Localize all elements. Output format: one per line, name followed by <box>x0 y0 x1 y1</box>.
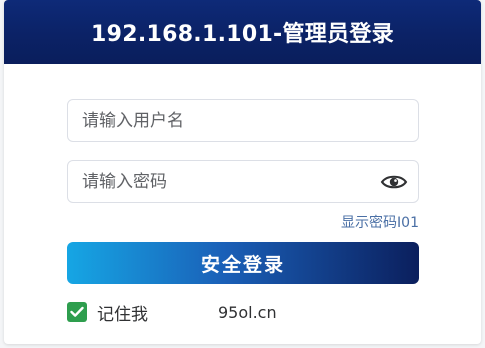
remember-me-checkbox[interactable]: 记住我 <box>67 302 148 325</box>
page-title: 192.168.1.101-管理员登录 <box>91 22 394 47</box>
password-field[interactable] <box>67 160 419 203</box>
show-password-link[interactable]: 显示密码I01 <box>341 212 419 232</box>
login-button[interactable]: 安全登录 <box>67 242 419 284</box>
password-input[interactable] <box>82 161 418 202</box>
login-header: 192.168.1.101-管理员登录 <box>4 0 481 64</box>
username-field[interactable] <box>67 99 419 142</box>
site-text: 95ol.cn <box>218 302 277 322</box>
login-card: 192.168.1.101-管理员登录 显示密码I01 安全登录 记住我 95o… <box>4 0 481 344</box>
username-input[interactable] <box>82 100 418 141</box>
remember-me-label: 记住我 <box>97 304 148 325</box>
eye-icon[interactable] <box>380 173 408 191</box>
check-icon[interactable] <box>67 302 87 322</box>
